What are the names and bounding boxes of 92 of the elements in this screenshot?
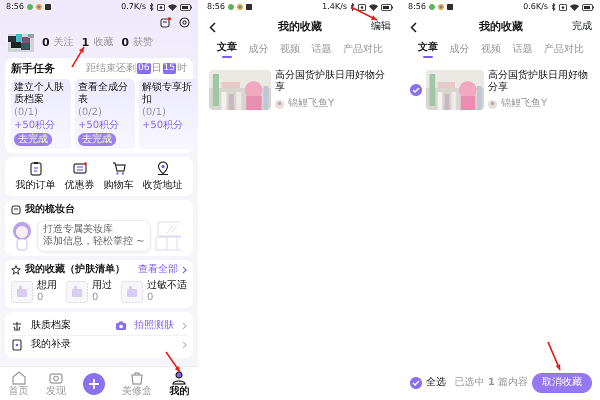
dresser-drawing (154, 221, 181, 252)
task-title: 查看全成分表 (78, 82, 129, 106)
task-reward: +50积分 (142, 120, 184, 132)
countdown-unit: 日 (152, 62, 162, 75)
home-icon (10, 370, 27, 384)
stat-count[interactable]: 0 (42, 36, 50, 50)
shortcut-label[interactable]: 优惠券 (64, 180, 94, 192)
checked-checkbox[interactable] (410, 84, 422, 96)
back-icon[interactable] (209, 22, 216, 32)
notebook-icon (11, 339, 23, 352)
bluetooth-icon (149, 3, 154, 11)
screen-title: 我的收藏 (278, 20, 322, 34)
bubble-text: 添加信息，轻松掌控 ~ (43, 236, 145, 248)
section-title: 新手任务 (11, 62, 55, 76)
clipboard-icon[interactable] (28, 161, 42, 176)
shortcut-label[interactable]: 我的订单 (16, 180, 56, 192)
shortcut-label[interactable]: 购物车 (104, 180, 134, 192)
task-count-text: (0/1) (142, 107, 167, 120)
task-item-card[interactable]: 解锁专享折扣 (0/1) +50积分 (139, 79, 198, 150)
task-title: 解锁专享折扣 (142, 82, 193, 106)
list-label[interactable]: 想用 (37, 280, 57, 292)
status-time: 8:56 (207, 2, 225, 12)
tab[interactable]: 文章 (418, 42, 438, 60)
chevron-right-icon (182, 322, 187, 330)
back-icon[interactable] (410, 22, 417, 32)
star-icon (11, 265, 21, 276)
battery-icon (381, 4, 393, 10)
list-label[interactable]: 过敏不适 (147, 280, 187, 292)
bag-icon (129, 370, 146, 384)
cart-icon[interactable] (112, 161, 126, 176)
chevron-right-icon (182, 266, 187, 274)
task-reward: +50积分 (14, 120, 56, 132)
edit-link[interactable]: 编辑 (371, 21, 391, 33)
task-count-text: (0/2) (78, 107, 103, 120)
ticket-icon[interactable] (72, 161, 86, 176)
tab[interactable]: 文章 (217, 42, 237, 60)
shortcut-label[interactable]: 收货地址 (142, 180, 182, 192)
wifi-icon (369, 4, 378, 10)
menu-item[interactable]: 肤质档案 (31, 320, 71, 332)
status-time: 8:56 (6, 2, 24, 12)
list-count: 0 (147, 292, 154, 304)
task-count-text: (0/1) (14, 107, 39, 120)
task-title: 建立个人肤质档案 (14, 82, 65, 106)
article-title[interactable]: 高分国货护肤日用好物分享 (488, 70, 592, 94)
camera-icon (116, 321, 126, 330)
battery-icon (582, 4, 594, 10)
list-count: 0 (92, 292, 100, 304)
bubble-text: 打造专属美妆库 (43, 224, 114, 236)
network-speed: 1.4K/s (322, 2, 347, 12)
author-name: 锦鲤飞鱼Y (288, 98, 334, 110)
author-name: 锦鲤飞鱼Y (501, 98, 548, 110)
add-button[interactable] (82, 372, 105, 394)
list-label[interactable]: 用过 (92, 280, 112, 292)
avatar-icon (488, 100, 497, 108)
bluetooth-icon (350, 3, 355, 11)
countdown-label: 距结束还剩 (86, 62, 136, 75)
wifi-icon (168, 4, 177, 10)
selection-count-text: 已选中 1 篇内容 (454, 377, 528, 389)
settings-icon[interactable] (179, 16, 190, 28)
task-reward: +50积分 (78, 120, 120, 132)
stat-count[interactable]: 0 (121, 36, 129, 50)
menu-item[interactable]: 我的补录 (31, 339, 71, 352)
view-all-link[interactable]: 查看全部 (138, 264, 178, 276)
stat-count[interactable]: 1 (82, 36, 90, 50)
task-item-card[interactable]: 建立个人肤质档案 (0/1) +50积分 去完成 (11, 79, 71, 150)
location-pin-icon[interactable] (156, 161, 170, 176)
chevron-right-icon (182, 341, 187, 350)
done-link[interactable]: 完成 (572, 21, 592, 33)
vanity-card[interactable]: 我的梳妆台 打造专属美妆库 添加信息，轻松掌控 ~ (5, 200, 193, 256)
bluetooth-icon (551, 3, 556, 11)
nav-tab[interactable]: 我的 (169, 370, 190, 398)
network-speed: 0.7K/s (121, 2, 146, 12)
countdown-unit: 时 (177, 62, 187, 75)
section-title: 我的梳妆台 (25, 204, 75, 216)
article-title[interactable]: 高分国货护肤日用好物分享 (275, 70, 391, 94)
girl-figure-drawing (11, 221, 33, 252)
checked-checkbox[interactable] (410, 377, 422, 389)
message-icon[interactable] (160, 16, 171, 28)
person-icon (171, 370, 188, 384)
avatar-icon (275, 100, 284, 108)
status-time: 8:56 (408, 2, 426, 12)
battery-icon (180, 4, 192, 10)
list-count: 0 (37, 292, 44, 304)
wifi-icon (570, 4, 579, 10)
screen-title: 我的收藏 (479, 20, 523, 34)
task-item-card[interactable]: 查看全成分表 (0/2) +50积分 去完成 (75, 79, 135, 150)
select-all-label[interactable]: 全选 (426, 377, 446, 389)
countdown-hours: 15 (162, 63, 176, 74)
photo-skin-test-link[interactable]: 拍照测肤 (134, 320, 174, 332)
network-speed: 0.6K/s (523, 2, 548, 12)
countdown-days: 06 (137, 63, 151, 74)
section-title: 我的收藏（护肤清单） (25, 264, 125, 276)
